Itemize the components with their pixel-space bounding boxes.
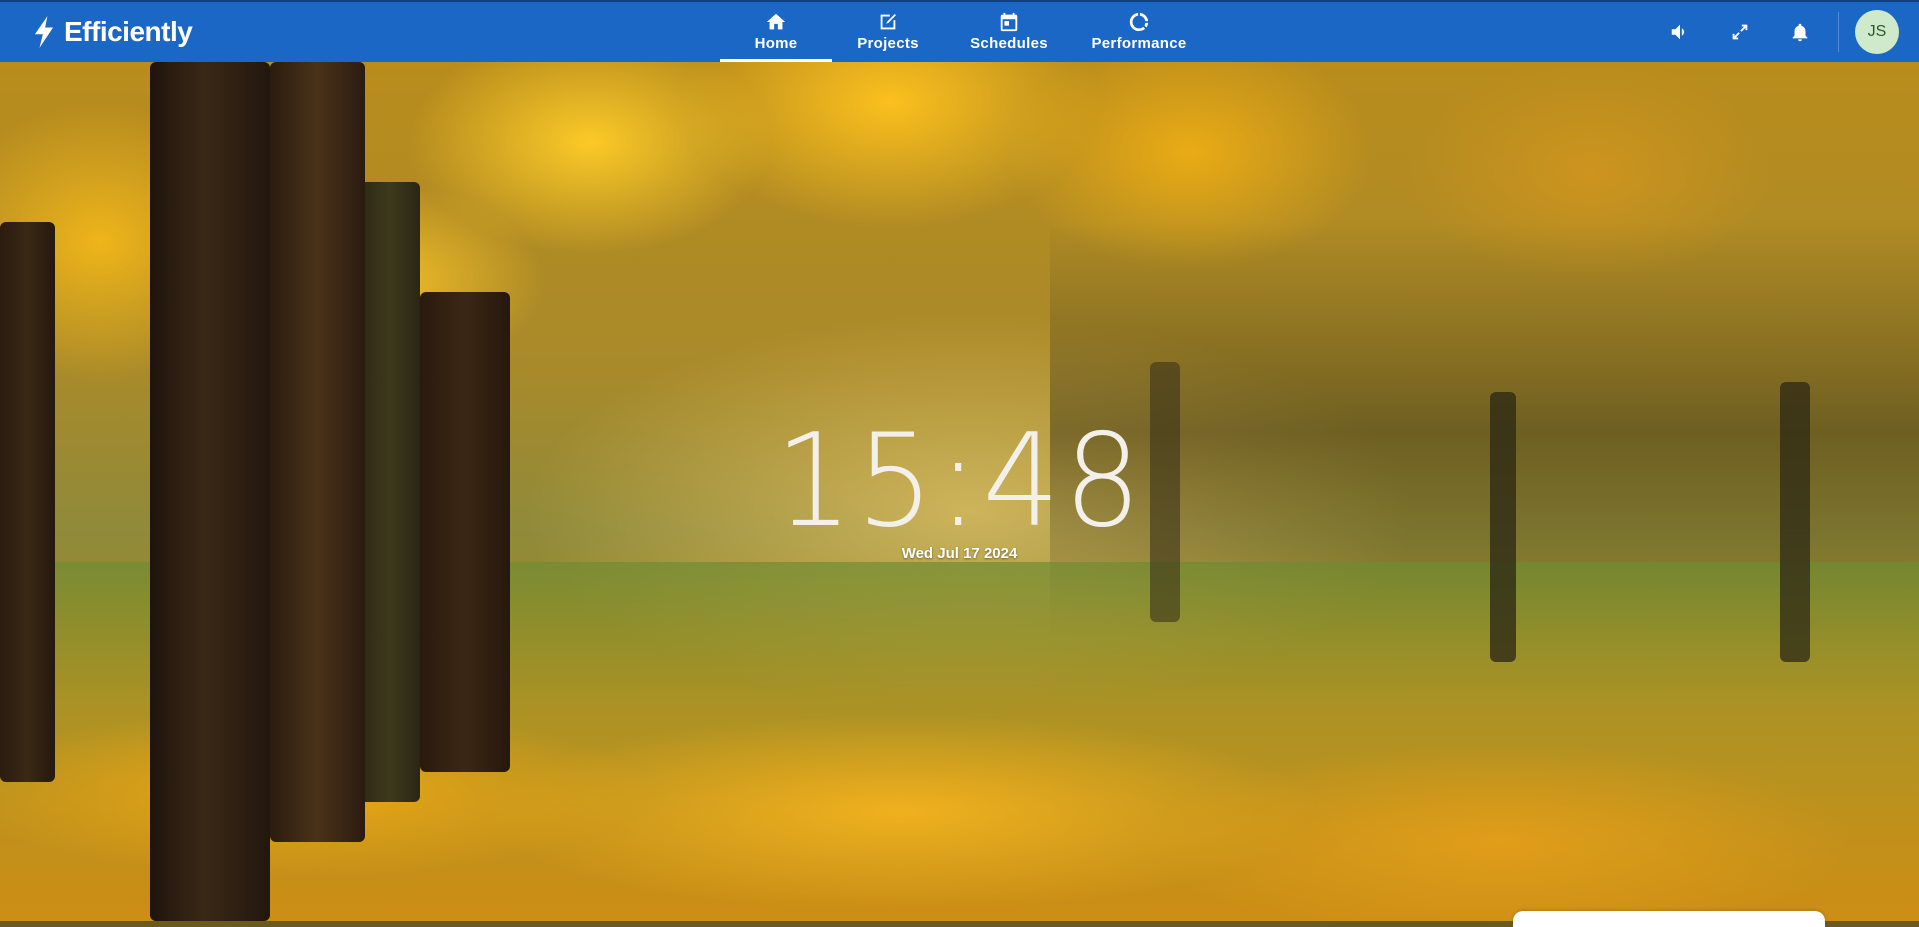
user-avatar[interactable]: JS: [1855, 10, 1899, 54]
header-divider: [1838, 12, 1839, 52]
tree-trunk: [1490, 392, 1516, 662]
lightning-bolt-icon: [34, 16, 54, 48]
nav-tab-label: Schedules: [970, 35, 1048, 52]
brand-name: Efficiently: [64, 16, 193, 47]
edit-icon: [880, 14, 896, 30]
fullscreen-button[interactable]: [1710, 2, 1770, 62]
clock-time-text: 15:48: [775, 425, 1145, 535]
top-navigation-bar: Efficiently Home Projects Schedules Perf…: [0, 0, 1919, 62]
notifications-button[interactable]: [1770, 2, 1830, 62]
tree-trunk: [1150, 362, 1180, 622]
brand-logo[interactable]: Efficiently: [30, 14, 193, 50]
nav-tab-projects[interactable]: Projects: [832, 2, 944, 62]
bottom-panel-tab[interactable]: [1513, 911, 1825, 927]
nav-tab-home[interactable]: Home: [720, 2, 832, 62]
nav-tab-performance[interactable]: Performance: [1074, 2, 1204, 62]
donut-chart-icon: [1129, 12, 1149, 32]
nav-tab-label: Home: [754, 35, 798, 52]
tree-trunk: [270, 62, 365, 842]
calendar-icon: [1000, 12, 1018, 32]
avatar-initials: JS: [1867, 23, 1887, 40]
clock-time: 15:48: [775, 425, 1145, 535]
clock-date: Wed Jul 17 2024: [901, 545, 1018, 562]
nav-tab-label: Performance: [1091, 35, 1187, 52]
tree-trunk: [1780, 382, 1810, 662]
tree-trunk: [0, 222, 55, 782]
nav-tab-schedules[interactable]: Schedules: [944, 2, 1074, 62]
tree-trunk: [150, 62, 270, 921]
tree-trunk: [360, 182, 420, 802]
header-actions: JS: [1650, 2, 1899, 62]
volume-icon: [1671, 24, 1685, 40]
main-navigation: Home Projects Schedules Performance: [720, 2, 1204, 62]
bell-icon: [1792, 23, 1808, 42]
nav-tab-label: Projects: [857, 35, 919, 52]
fullscreen-icon: [1732, 24, 1748, 40]
sound-button[interactable]: [1650, 2, 1710, 62]
home-icon: [766, 13, 786, 30]
tree-trunk: [420, 292, 510, 772]
